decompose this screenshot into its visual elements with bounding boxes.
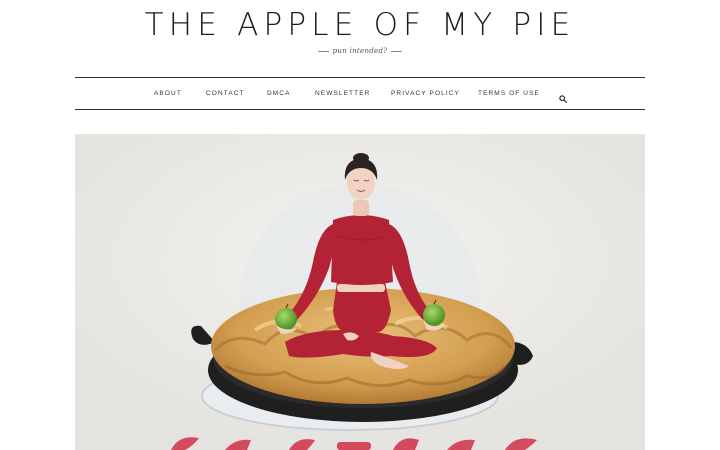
tagline-rule-right <box>391 50 403 52</box>
nav-item-terms-of-use[interactable]: TERMS OF USE <box>478 78 540 109</box>
hero-image[interactable] <box>75 134 645 450</box>
search-icon[interactable] <box>559 90 567 103</box>
nav-item-about[interactable]: ABOUT <box>154 78 182 109</box>
site-header: THE APPLE OF MY PIE pun intended? <box>0 0 720 78</box>
main-nav: ABOUT CONTACT DMCA NEWSLETTER PRIVACY PO… <box>75 77 645 110</box>
nav-item-contact[interactable]: CONTACT <box>206 78 245 109</box>
tagline-row: pun intended? <box>0 47 720 55</box>
hero-illustration <box>75 134 645 450</box>
nav-item-dmca[interactable]: DMCA <box>267 78 291 109</box>
tagline-rule-left <box>317 50 329 52</box>
nav-item-newsletter[interactable]: NEWSLETTER <box>315 78 370 109</box>
site-title[interactable]: THE APPLE OF MY PIE <box>0 8 720 42</box>
nav-item-privacy-policy[interactable]: PRIVACY POLICY <box>391 78 460 109</box>
site-tagline: pun intended? <box>332 47 388 55</box>
apple-right <box>423 304 445 326</box>
